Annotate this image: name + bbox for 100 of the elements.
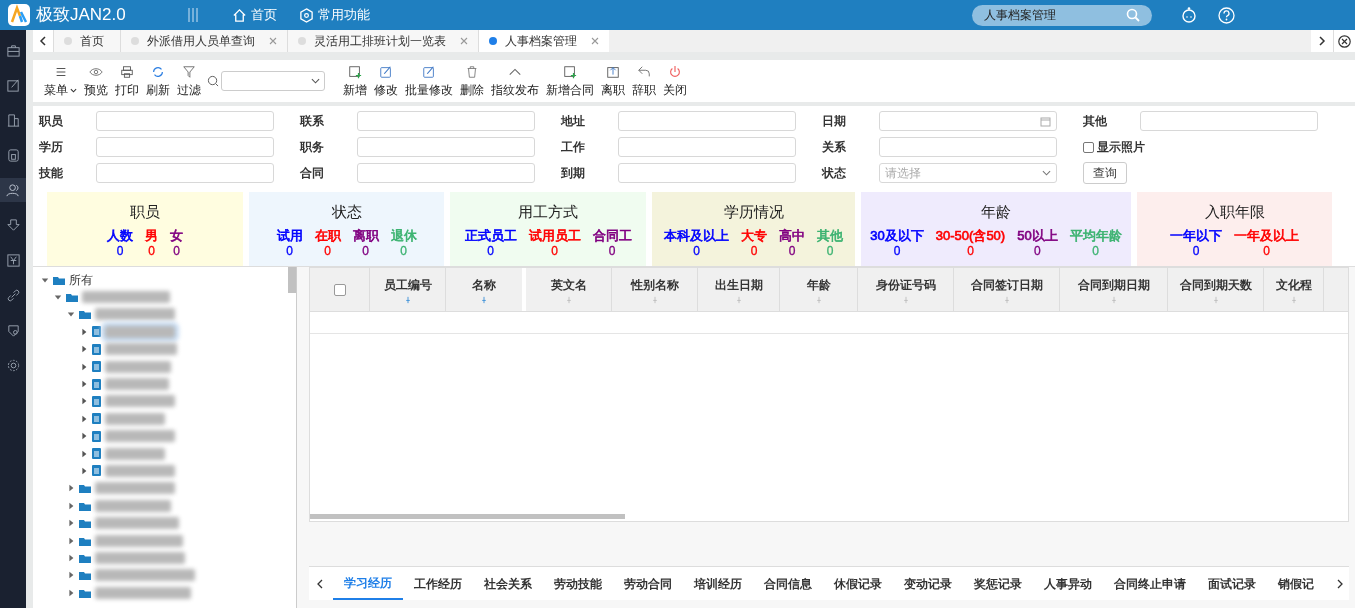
- scrollbar[interactable]: [310, 514, 625, 519]
- input-field[interactable]: [96, 137, 274, 157]
- upload-icon[interactable]: [606, 65, 620, 79]
- toolbar-button[interactable]: 离职: [600, 65, 626, 99]
- nav-link[interactable]: 常用功能: [298, 5, 370, 25]
- pin-icon[interactable]: [481, 295, 487, 304]
- download-icon[interactable]: [5, 217, 21, 233]
- tab[interactable]: 人事异动: [1033, 567, 1103, 600]
- chevron-left-icon[interactable]: [317, 578, 323, 589]
- settings-icon[interactable]: [5, 357, 21, 373]
- expand-toggle-icon[interactable]: [67, 310, 75, 319]
- filter-icon[interactable]: [182, 65, 196, 79]
- expand-toggle-icon[interactable]: [67, 571, 75, 580]
- calendar-icon[interactable]: [1040, 115, 1051, 127]
- show-photo-checkbox[interactable]: 显示照片: [1083, 138, 1145, 156]
- tab[interactable]: 劳动技能: [543, 567, 613, 600]
- toolbar-button[interactable]: 辞职: [631, 65, 657, 99]
- shield-icon[interactable]: [5, 322, 21, 338]
- link-icon[interactable]: [5, 287, 21, 303]
- yen-icon[interactable]: [5, 252, 21, 268]
- add-icon[interactable]: [563, 65, 577, 79]
- toolbar-button[interactable]: 过滤: [176, 65, 202, 99]
- input-field[interactable]: [618, 137, 796, 157]
- caret-icon[interactable]: [70, 87, 77, 93]
- expand-toggle-icon[interactable]: [67, 501, 75, 510]
- robot-icon[interactable]: [1180, 6, 1198, 24]
- query-button[interactable]: 查询: [1083, 162, 1127, 184]
- pin-icon[interactable]: [404, 295, 411, 304]
- expand-toggle-icon[interactable]: [67, 588, 75, 597]
- input-field[interactable]: [357, 111, 535, 131]
- trash-icon[interactable]: [465, 65, 479, 79]
- toolbar-button[interactable]: 关闭: [662, 65, 688, 99]
- tab[interactable]: 社会关系: [473, 567, 543, 600]
- toolbar-button[interactable]: 指纹发布: [490, 65, 540, 99]
- tab[interactable]: 灵活用工排班计划一览表: [287, 30, 478, 52]
- column-header[interactable]: 出生日期: [714, 275, 763, 294]
- column-header[interactable]: 年龄: [806, 275, 831, 294]
- column-header[interactable]: 名称: [472, 275, 496, 294]
- toolbar-button[interactable]: 预览: [83, 65, 109, 99]
- input-field[interactable]: [96, 111, 274, 131]
- tab[interactable]: 奖惩记录: [963, 567, 1033, 600]
- close-all-icon[interactable]: [1338, 34, 1351, 48]
- undo-icon[interactable]: [637, 65, 651, 79]
- select-all-checkbox[interactable]: [333, 283, 346, 296]
- chevron-right-icon[interactable]: [1318, 36, 1326, 46]
- input-field[interactable]: [879, 137, 1057, 157]
- input-field[interactable]: [618, 111, 796, 131]
- building-icon[interactable]: [5, 112, 21, 128]
- power-icon[interactable]: [668, 65, 682, 79]
- eye-icon[interactable]: [89, 65, 103, 79]
- tab[interactable]: 合同信息: [753, 567, 823, 600]
- expand-toggle-icon[interactable]: [67, 553, 75, 562]
- column-header[interactable]: 身份证号码: [875, 275, 936, 294]
- expand-toggle-icon[interactable]: [67, 484, 75, 493]
- expand-toggle-icon[interactable]: [54, 293, 62, 302]
- edit-icon[interactable]: [422, 65, 436, 79]
- tab[interactable]: 面试记录: [1197, 567, 1267, 600]
- toolbar-button[interactable]: 新增: [342, 65, 368, 99]
- search-field[interactable]: [221, 71, 325, 91]
- briefcase-icon[interactable]: [5, 42, 21, 58]
- scrollbar[interactable]: [288, 267, 296, 293]
- search-field[interactable]: 人事档案管理: [972, 4, 1152, 26]
- dropdown-icon[interactable]: [311, 78, 320, 84]
- column-header[interactable]: 合同到期日期: [1077, 275, 1150, 294]
- tab[interactable]: 工作经历: [403, 567, 473, 600]
- input-field[interactable]: [357, 137, 535, 157]
- column-header[interactable]: 性别名称: [630, 275, 679, 294]
- close-icon[interactable]: [591, 37, 599, 45]
- tab[interactable]: 休假记录: [823, 567, 893, 600]
- expand-toggle-icon[interactable]: [41, 275, 49, 284]
- input-field[interactable]: [618, 163, 796, 183]
- column-header[interactable]: 员工编号: [383, 275, 432, 294]
- refresh-icon[interactable]: [151, 65, 165, 79]
- close-icon[interactable]: [269, 37, 277, 45]
- chevron-right-icon[interactable]: [1337, 578, 1343, 589]
- tab[interactable]: 合同终止申请: [1103, 567, 1197, 600]
- column-header[interactable]: 合同签订日期: [970, 275, 1043, 294]
- printer-icon[interactable]: [120, 65, 134, 79]
- edit-icon[interactable]: [379, 65, 393, 79]
- home-icon[interactable]: [231, 7, 247, 23]
- toolbar-button[interactable]: 打印: [114, 65, 140, 99]
- input-field[interactable]: [357, 163, 535, 183]
- column-header[interactable]: 英文名: [550, 275, 587, 294]
- expand-toggle-icon[interactable]: [67, 519, 75, 528]
- input-field[interactable]: [96, 163, 274, 183]
- toolbar-button[interactable]: 修改: [373, 65, 399, 99]
- toolbar-button[interactable]: 刷新: [145, 65, 171, 99]
- users-icon[interactable]: [5, 182, 21, 198]
- search-icon[interactable]: [207, 75, 219, 87]
- tab[interactable]: 人事档案管理: [478, 30, 609, 52]
- date-field[interactable]: [879, 111, 1057, 131]
- toolbar-button[interactable]: 菜单: [43, 65, 78, 99]
- hexagon-icon[interactable]: [298, 7, 314, 23]
- document-icon[interactable]: [5, 147, 21, 163]
- tree-item[interactable]: 所有: [69, 270, 93, 289]
- toolbar-button[interactable]: 删除: [459, 65, 485, 99]
- toolbar-button[interactable]: 批量修改: [404, 65, 454, 99]
- tab[interactable]: 首页: [53, 30, 120, 52]
- input-field[interactable]: [1140, 111, 1318, 131]
- column-header[interactable]: 文化程: [1275, 275, 1312, 294]
